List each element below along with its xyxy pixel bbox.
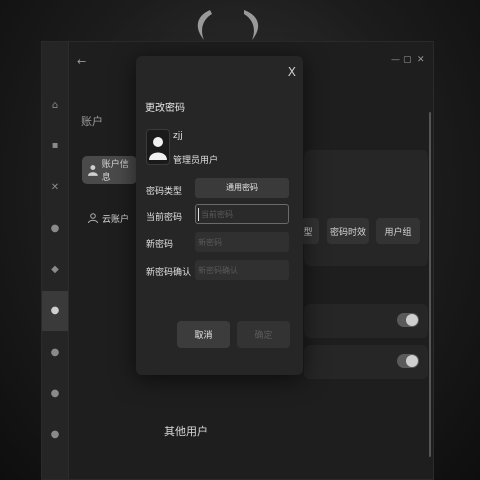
- minimize-icon[interactable]: —: [391, 55, 400, 65]
- confirm-password-field[interactable]: [195, 260, 289, 280]
- back-arrow-icon[interactable]: ←: [77, 55, 86, 68]
- chip-password-age[interactable]: 密码时效: [327, 218, 369, 244]
- confirm-password-input[interactable]: [198, 260, 289, 280]
- menu-item-label: 云账户: [102, 214, 130, 225]
- user-name: zjj: [173, 131, 183, 141]
- current-password-input[interactable]: [199, 205, 290, 224]
- change-password-dialog: X 更改密码 zjj 管理员用户 密码类型 通用密码 当前密码 新密码 新密码确…: [136, 56, 303, 375]
- wallpaper-horn-right-decoration: [244, 10, 259, 40]
- current-password-label: 当前密码: [146, 213, 183, 223]
- menu-item-account-info[interactable]: 账户信息: [82, 156, 137, 184]
- toggle-switch-1[interactable]: [397, 313, 419, 327]
- other-users-heading: 其他用户: [164, 425, 208, 438]
- user-role: 管理员用户: [173, 156, 219, 166]
- avatar-person-icon: [149, 137, 167, 160]
- toggle-switch-2[interactable]: [397, 354, 419, 368]
- wallpaper-horn-left-decoration: [197, 10, 212, 40]
- cloud-user-icon: [88, 213, 98, 224]
- section-title: 账户: [81, 115, 103, 128]
- current-password-field[interactable]: [195, 204, 290, 224]
- scrollbar[interactable]: [429, 112, 431, 457]
- cube-icon[interactable]: ◆: [48, 263, 62, 277]
- account-card: [304, 150, 428, 266]
- confirm-password-label: 新密码确认: [146, 268, 192, 278]
- confirm-button[interactable]: 确定: [237, 321, 290, 348]
- menu-item-label: 账户信息: [101, 160, 129, 183]
- password-type-select[interactable]: 通用密码: [195, 178, 289, 198]
- close-window-icon[interactable]: ✕: [417, 55, 425, 65]
- new-password-input[interactable]: [198, 232, 289, 252]
- new-password-field[interactable]: [195, 232, 289, 252]
- location-icon[interactable]: ●: [48, 222, 62, 236]
- chip-user-group[interactable]: 用户组: [376, 218, 420, 244]
- circle-icon-1[interactable]: ●: [48, 346, 62, 360]
- tools-icon[interactable]: ✕: [48, 181, 62, 195]
- avatar: [146, 129, 170, 165]
- close-dialog-button[interactable]: X: [288, 65, 296, 79]
- nav-rail: ⌂ ▪ ✕ ● ◆ ● ● ● ●: [42, 42, 69, 479]
- maximize-icon[interactable]: ▢: [403, 55, 412, 65]
- person-icon[interactable]: ●: [48, 304, 62, 318]
- cancel-button[interactable]: 取消: [177, 321, 230, 348]
- dialog-title: 更改密码: [145, 103, 185, 114]
- user-icon: [87, 165, 98, 176]
- menu-item-cloud-account[interactable]: 云账户: [82, 204, 137, 232]
- circle-icon-3[interactable]: ●: [48, 428, 62, 442]
- chat-icon[interactable]: ▪: [48, 139, 62, 153]
- password-type-label: 密码类型: [146, 187, 183, 197]
- new-password-label: 新密码: [146, 240, 174, 250]
- circle-icon-2[interactable]: ●: [48, 387, 62, 401]
- home-icon[interactable]: ⌂: [48, 99, 62, 113]
